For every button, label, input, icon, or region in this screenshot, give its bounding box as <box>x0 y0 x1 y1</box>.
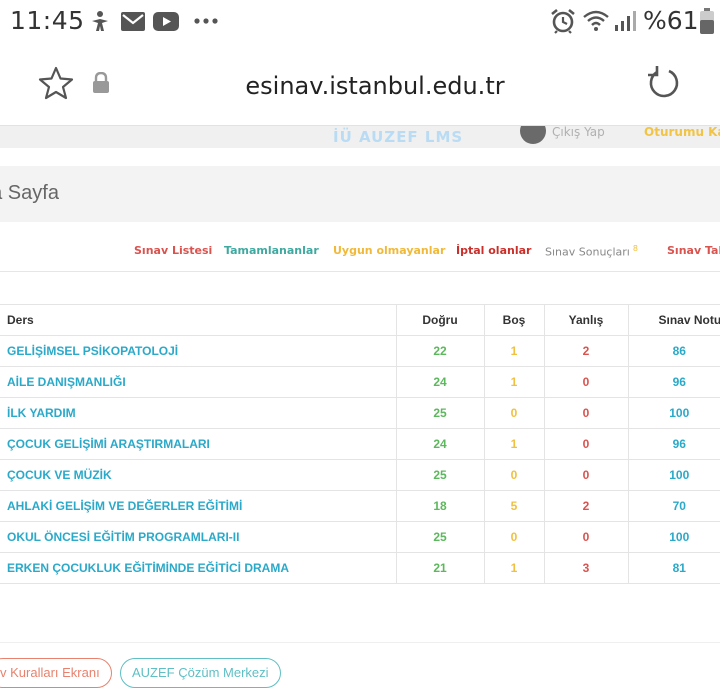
user-avatar[interactable] <box>520 126 546 144</box>
table-header-row: Ders Doğru Boş Yanlış Sınav Notu <box>0 304 720 336</box>
exam-tabs: Sınav Listesi Tamamlananlar Uygun olmaya… <box>0 238 720 272</box>
wrong-count-cell: 3 <box>543 552 628 584</box>
blank-count-cell: 1 <box>483 366 544 398</box>
results-count-badge: 8 <box>632 244 638 253</box>
reload-icon[interactable] <box>647 66 681 100</box>
auzef-support-button[interactable]: AUZEF Çözüm Merkezi <box>120 658 281 688</box>
course-name-cell[interactable]: AİLE DANIŞMANLIĞI <box>0 366 396 398</box>
site-logo[interactable]: İÜ AUZEF LMS <box>333 128 463 146</box>
wifi-icon <box>583 10 609 31</box>
url-text[interactable]: esinav.istanbul.edu.tr <box>0 72 720 100</box>
exam-rules-button[interactable]: v Kuralları Ekranı <box>0 658 112 688</box>
table-row: OKUL ÖNCESİ EĞİTİM PROGRAMLARI-II 25 0 0 100 <box>0 521 720 553</box>
logout-link[interactable]: Çıkış Yap <box>552 126 605 139</box>
correct-count-cell: 24 <box>395 366 484 398</box>
signal-icon <box>615 11 636 31</box>
blank-count-cell: 5 <box>483 490 544 522</box>
course-name-cell[interactable]: İLK YARDIM <box>0 397 396 429</box>
grade-cell: 70 <box>627 490 720 522</box>
col-header-blank: Boş <box>483 304 544 336</box>
wrong-count-cell: 2 <box>543 490 628 522</box>
wrong-count-cell: 2 <box>543 335 628 367</box>
correct-count-cell: 24 <box>395 428 484 460</box>
correct-count-cell: 22 <box>395 335 484 367</box>
tab-exam-results[interactable]: Sınav Sonuçları 8 <box>545 244 638 259</box>
grade-cell: 100 <box>627 397 720 429</box>
blank-count-cell: 0 <box>483 459 544 491</box>
page-header: na Sayfa <box>0 166 720 222</box>
mail-icon <box>121 12 145 31</box>
course-name-cell[interactable]: ÇOCUK VE MÜZİK <box>0 459 396 491</box>
browser-url-bar: esinav.istanbul.edu.tr <box>0 44 720 126</box>
alarm-icon <box>551 8 575 34</box>
tab-completed[interactable]: Tamamlananlar <box>224 244 319 257</box>
table-row: ÇOCUK VE MÜZİK 25 0 0 100 <box>0 459 720 491</box>
correct-count-cell: 25 <box>395 521 484 553</box>
accessibility-icon <box>92 11 108 31</box>
grade-cell: 100 <box>627 459 720 491</box>
course-name-cell[interactable]: ÇOCUK GELİŞİMİ ARAŞTIRMALARI <box>0 428 396 460</box>
grade-cell: 96 <box>627 428 720 460</box>
col-header-course: Ders <box>0 304 396 336</box>
table-row: GELİŞİMSEL PSİKOPATOLOJİ 22 1 2 86 <box>0 335 720 367</box>
correct-count-cell: 21 <box>395 552 484 584</box>
site-header-strip: İÜ AUZEF LMS Çıkış Yap Oturumu Kapat <box>0 126 720 148</box>
tab-exam-list[interactable]: Sınav Listesi <box>134 244 212 257</box>
table-row: ÇOCUK GELİŞİMİ ARAŞTIRMALARI 24 1 0 96 <box>0 428 720 460</box>
table-row: AHLAKİ GELİŞİM VE DEĞERLER EĞİTİMİ 18 5 2 70 <box>0 490 720 522</box>
col-header-grade: Sınav Notu <box>627 304 720 336</box>
grade-cell: 86 <box>627 335 720 367</box>
tab-exam-results-label: Sınav Sonuçları <box>545 245 630 259</box>
grade-cell: 100 <box>627 521 720 553</box>
footer-divider <box>0 642 720 643</box>
battery-icon <box>700 8 714 34</box>
col-header-wrong: Yanlış <box>543 304 628 336</box>
close-session-link[interactable]: Oturumu Kapat <box>644 126 720 139</box>
tab-exam-calendar[interactable]: Sınav Tak <box>667 244 720 257</box>
wrong-count-cell: 0 <box>543 521 628 553</box>
table-row: ERKEN ÇOCUKLUK EĞİTİMİNDE EĞİTİCİ DRAMA 2… <box>0 552 720 584</box>
blank-count-cell: 0 <box>483 521 544 553</box>
tab-cancelled[interactable]: İptal olanlar <box>456 244 531 257</box>
more-dots-icon <box>194 18 218 24</box>
tab-ineligible[interactable]: Uygun olmayanlar <box>333 244 445 257</box>
grade-cell: 81 <box>627 552 720 584</box>
blank-count-cell: 1 <box>483 552 544 584</box>
blank-count-cell: 1 <box>483 428 544 460</box>
blank-count-cell: 1 <box>483 335 544 367</box>
course-name-cell[interactable]: OKUL ÖNCESİ EĞİTİM PROGRAMLARI-II <box>0 521 396 553</box>
results-table: Ders Doğru Boş Yanlış Sınav Notu GELİŞİM… <box>0 304 720 584</box>
clock: 11:45 <box>10 6 85 35</box>
correct-count-cell: 25 <box>395 397 484 429</box>
table-row: İLK YARDIM 25 0 0 100 <box>0 397 720 429</box>
correct-count-cell: 18 <box>395 490 484 522</box>
table-row: AİLE DANIŞMANLIĞI 24 1 0 96 <box>0 366 720 398</box>
course-name-cell[interactable]: ERKEN ÇOCUKLUK EĞİTİMİNDE EĞİTİCİ DRAMA <box>0 552 396 584</box>
grade-cell: 96 <box>627 366 720 398</box>
course-name-cell[interactable]: AHLAKİ GELİŞİM VE DEĞERLER EĞİTİMİ <box>0 490 396 522</box>
page-title: na Sayfa <box>0 182 59 204</box>
wrong-count-cell: 0 <box>543 366 628 398</box>
youtube-icon <box>153 12 179 31</box>
wrong-count-cell: 0 <box>543 397 628 429</box>
battery-percent: %61 <box>643 6 699 35</box>
course-name-cell[interactable]: GELİŞİMSEL PSİKOPATOLOJİ <box>0 335 396 367</box>
wrong-count-cell: 0 <box>543 459 628 491</box>
status-bar: 11:45 %61 <box>0 0 720 44</box>
col-header-correct: Doğru <box>395 304 484 336</box>
blank-count-cell: 0 <box>483 397 544 429</box>
correct-count-cell: 25 <box>395 459 484 491</box>
wrong-count-cell: 0 <box>543 428 628 460</box>
